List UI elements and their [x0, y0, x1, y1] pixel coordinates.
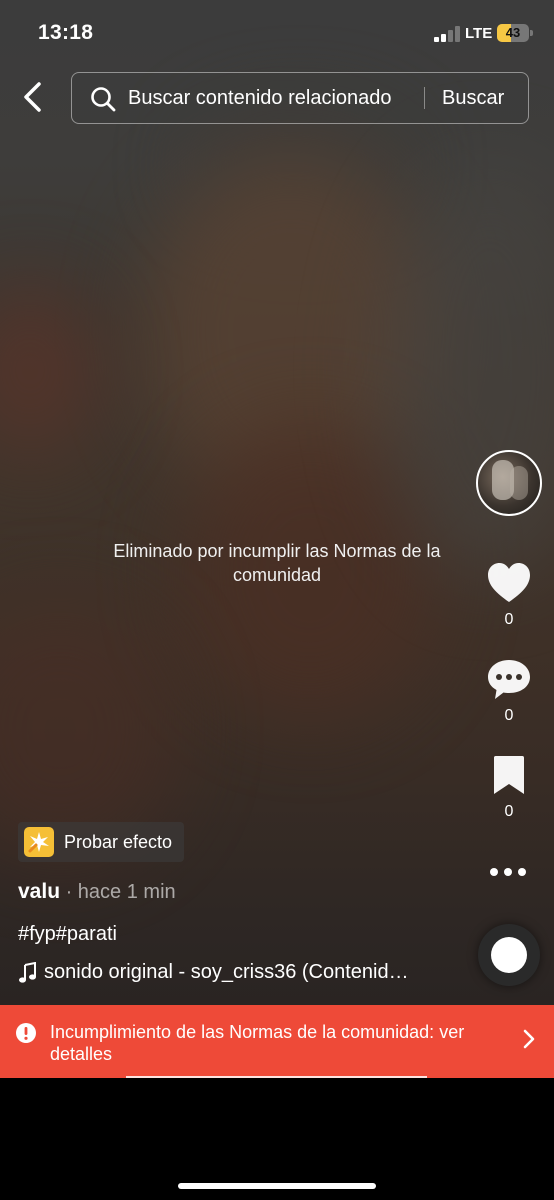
save-button[interactable]: 0: [480, 754, 538, 821]
banner-text: Incumplimiento de las Normas de la comun…: [50, 1022, 465, 1064]
chevron-left-icon: [24, 82, 41, 112]
home-indicator[interactable]: [178, 1183, 376, 1189]
comment-icon: [488, 660, 530, 699]
signal-icon: [434, 26, 462, 42]
search-input[interactable]: Buscar contenido relacionado: [128, 73, 428, 123]
network-type: LTE: [465, 25, 493, 42]
search-button[interactable]: Buscar: [442, 73, 504, 123]
avatar[interactable]: [476, 450, 542, 516]
post-caption[interactable]: #fyp#parati: [18, 923, 117, 946]
back-button[interactable]: [18, 80, 50, 114]
status-bar: 13:18 LTE 43: [0, 0, 554, 64]
bookmark-icon: [494, 756, 524, 794]
battery-level: 43: [505, 25, 521, 40]
username[interactable]: valu: [18, 880, 60, 903]
chevron-right-icon: [523, 1029, 535, 1049]
video-progress-bar[interactable]: [126, 1076, 427, 1078]
like-count: 0: [504, 611, 514, 628]
music-disc[interactable]: [478, 924, 540, 986]
heart-icon: [488, 563, 530, 602]
save-count: 0: [504, 803, 514, 820]
like-button[interactable]: 0: [480, 562, 538, 629]
effect-icon: [24, 827, 54, 857]
music-note-icon: [19, 961, 36, 983]
comment-button[interactable]: 0: [480, 658, 538, 725]
blur-area: [0, 280, 100, 460]
post-time: · hace 1 min: [60, 881, 176, 903]
divider: [424, 87, 425, 109]
blur-area: [0, 600, 180, 860]
removed-message: Eliminado por incumplir las Normas de la…: [113, 541, 441, 585]
more-options-button[interactable]: [490, 862, 530, 882]
music-info[interactable]: sonido original - soy_criss36 (Contenido…: [18, 961, 419, 984]
try-effect-button[interactable]: Probar efecto: [18, 822, 185, 862]
comment-count: 0: [504, 707, 514, 724]
music-title: sonido original - soy_criss36 (Contenido…: [44, 961, 419, 983]
search-icon: [91, 87, 116, 112]
search-bar[interactable]: Buscar contenido relacionado Buscar: [71, 72, 529, 124]
effect-label: Probar efecto: [64, 831, 173, 852]
post-meta: valu · hace 1 min: [18, 880, 176, 904]
status-time: 13:18: [38, 21, 94, 44]
alert-icon: [16, 1023, 36, 1043]
battery-icon: 43: [497, 24, 533, 42]
violation-banner[interactable]: Incumplimiento de las Normas de la comun…: [0, 1005, 554, 1078]
